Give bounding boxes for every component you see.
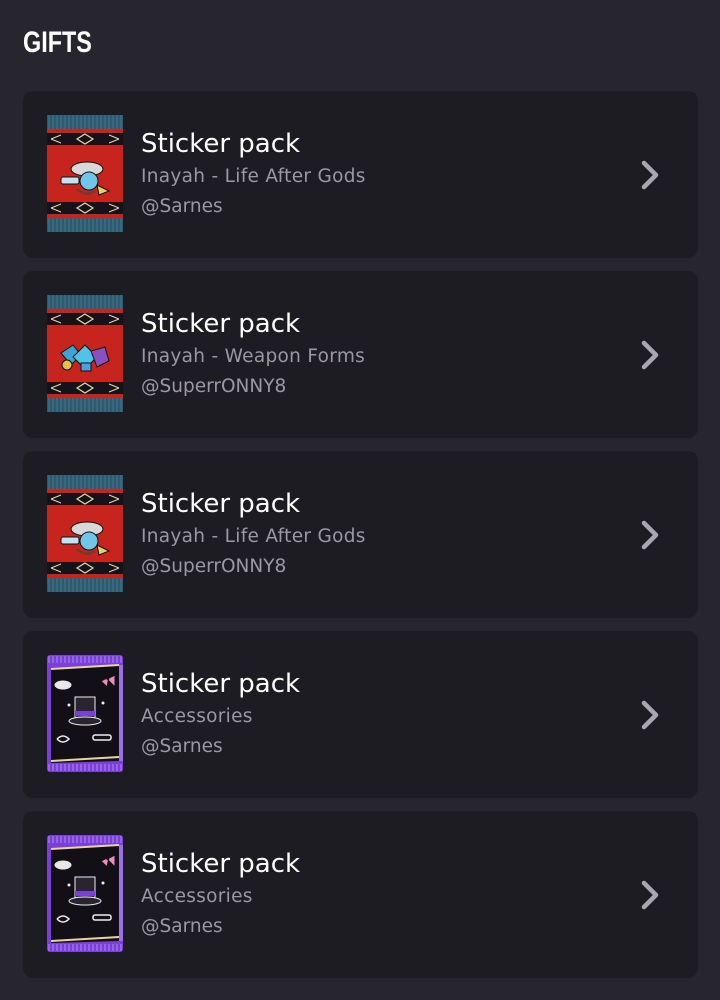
- gift-card[interactable]: Sticker pack Accessories @Sarnes: [23, 631, 698, 798]
- gift-title: Sticker pack: [141, 129, 301, 159]
- sticker-pack-thumbnail: [47, 655, 123, 772]
- gift-card[interactable]: Sticker pack Accessories @Sarnes: [23, 811, 698, 978]
- chevron-right-icon[interactable]: [635, 875, 665, 915]
- gift-title: Sticker pack: [141, 309, 301, 339]
- sticker-pack-thumbnail: [47, 835, 123, 952]
- page-title: GIFTS: [23, 26, 92, 59]
- gift-card[interactable]: Sticker pack Inayah - Life After Gods @S…: [23, 451, 698, 618]
- sticker-pack-name: Accessories: [141, 886, 253, 907]
- chevron-right-icon[interactable]: [635, 695, 665, 735]
- chevron-right-icon[interactable]: [635, 515, 665, 555]
- sticker-pack-name: Inayah - Weapon Forms: [141, 346, 366, 367]
- sticker-pack-name: Inayah - Life After Gods: [141, 166, 366, 187]
- gift-title: Sticker pack: [141, 489, 301, 519]
- gift-sender: @Sarnes: [141, 916, 223, 937]
- gift-title: Sticker pack: [141, 849, 301, 879]
- gift-sender: @Sarnes: [141, 196, 223, 217]
- sticker-pack-thumbnail: [47, 115, 123, 232]
- sticker-pack-name: Accessories: [141, 706, 253, 727]
- gift-sender: @SuperrONNY8: [141, 376, 287, 397]
- gift-card[interactable]: Sticker pack Inayah - Life After Gods @S…: [23, 91, 698, 258]
- sticker-pack-thumbnail: [47, 475, 123, 592]
- gift-sender: @Sarnes: [141, 736, 223, 757]
- sticker-pack-thumbnail: [47, 295, 123, 412]
- gift-card[interactable]: Sticker pack Inayah - Weapon Forms @Supe…: [23, 271, 698, 438]
- chevron-right-icon[interactable]: [635, 335, 665, 375]
- gift-title: Sticker pack: [141, 669, 301, 699]
- gift-sender: @SuperrONNY8: [141, 556, 287, 577]
- chevron-right-icon[interactable]: [635, 155, 665, 195]
- sticker-pack-name: Inayah - Life After Gods: [141, 526, 366, 547]
